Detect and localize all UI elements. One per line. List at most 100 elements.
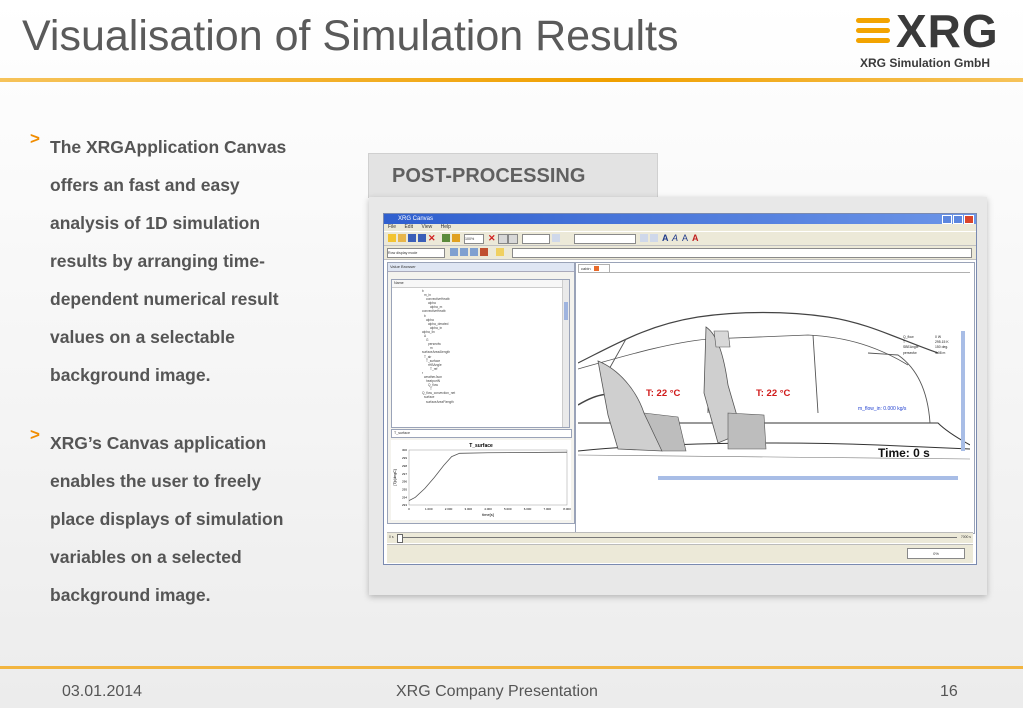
bullet-line: background image. [50,365,211,385]
save-icon[interactable] [408,234,416,242]
variable-table[interactable]: Q_flow 0 W T 295.15 K SBEAngle 150 deg. per… [903,335,949,356]
temp-display-rear[interactable]: T: 22 °C [756,388,790,399]
cut-icon[interactable]: ✕ [488,234,496,243]
logo-wordmark: XRG [896,5,999,57]
bullet-line: background image. [50,585,211,605]
y-tick-label: 298 [402,464,407,468]
bullet-arrow-icon: > [30,129,40,148]
layout-icon[interactable] [460,248,468,256]
bullet-list: > The XRGApplication Canvas offers an fa… [30,128,350,644]
x-tick-label: 5.000 [504,507,512,511]
paint-icon[interactable] [452,234,460,242]
font-a-icon[interactable]: A [662,234,670,243]
bullet-line: analysis of 1D simulation [50,213,261,233]
x-tick-label: 7.000 [543,507,551,511]
menu-edit[interactable]: Edit [404,224,413,230]
slider-end-label: 7000 s [960,535,971,539]
y-axis-label: [T]c[degC] [393,469,397,485]
folder-icon[interactable] [496,248,504,256]
x-tick-label: 6.000 [524,507,532,511]
x-tick-label: 0 [408,507,410,511]
bullet-arrow-icon: > [30,425,40,444]
style-select[interactable] [574,234,636,244]
minimize-icon[interactable] [942,215,952,224]
bullet-line: dependent numerical result [50,289,279,309]
variable-tree[interactable]: Name b m_in convectiveHeatb alpha alpha_m con… [391,279,570,428]
bullet-line: place displays of simulation [50,509,284,529]
canvas-pane: cabin T: 22 °C T: 22 °C m_flow_in: 0.000… [575,262,975,534]
x-tick-label: 1.000 [425,507,433,511]
close-icon[interactable] [964,215,974,224]
menu-bar: File Edit View Help [384,224,976,231]
align-icon[interactable] [552,234,560,242]
bullet-line: enables the user to freely [50,471,262,491]
file-path-field[interactable] [512,248,972,258]
tree-column-header: Name [392,280,569,288]
maximize-icon[interactable] [953,215,963,224]
x-axis-label: time[s] [482,512,494,517]
tree-scrollbar[interactable] [562,280,569,427]
zoom-select[interactable]: 100% [464,234,484,244]
value-browser-header: Value Browser [388,263,574,272]
tree-item[interactable]: surfaceAreaFlength [422,400,569,404]
bullet-line: offers an fast and easy [50,175,240,195]
x-tick-label: 8.000 [563,507,571,511]
footer-date: 03.01.2014 [62,683,143,700]
time-slider-thumb[interactable] [397,534,403,543]
post-processing-tab: POST-PROCESSING [368,153,658,198]
window-titlebar: XRG Canvas [384,214,976,224]
image-icon[interactable] [442,234,450,242]
footer-rule [0,666,1023,669]
variable-search-field[interactable]: T_surface [391,429,572,438]
temp-display-front[interactable]: T: 22 °C [646,388,680,399]
copy-icon[interactable] [498,234,508,244]
menu-view[interactable]: View [421,224,432,230]
x-tick-label: 3.000 [464,507,472,511]
record-icon[interactable] [480,248,488,256]
font-outline-icon[interactable]: A [682,234,690,243]
logo-subtitle: XRG Simulation GmbH [860,56,991,70]
footer-title: XRG Company Presentation [396,683,598,700]
address-bar: Row display mode [384,246,976,260]
header-rule [0,78,1023,82]
t-surface-plot: T_surface 300 299 298 297 296 295 294 293 0 1.000 2… [391,440,571,520]
grid-icon[interactable] [450,248,458,256]
status-bar: 0% [387,544,973,563]
font-color-icon[interactable]: A [692,234,700,243]
xrg-canvas-window: XRG Canvas File Edit View Help ✕ 100% ✕ [383,213,977,565]
display-mode-select[interactable]: Row display mode [387,248,445,258]
bullet-line: results by arranging time- [50,251,265,271]
x-tick-label: 4.000 [484,507,492,511]
time-slider-track[interactable] [397,537,957,538]
logo-mark-icon [852,12,894,48]
bullet-line: XRG’s Canvas application [50,433,267,453]
font-italic-icon[interactable]: A [672,234,680,243]
toolbar: ✕ 100% ✕ A A A A [384,231,976,246]
size-icon[interactable] [650,234,658,242]
canvas-area[interactable]: T: 22 °C T: 22 °C m_flow_in: 0.000 kg/s … [577,272,971,531]
menu-help[interactable]: Help [441,224,451,230]
color-icon[interactable] [640,234,648,242]
open-icon[interactable] [398,234,406,242]
save-all-icon[interactable] [418,234,426,242]
new-icon[interactable] [388,234,396,242]
y-tick-label: 299 [402,456,407,460]
y-tick-label: 295 [402,487,407,491]
post-processing-label: POST-PROCESSING [392,165,586,187]
bullet-item: > XRG’s Canvas application enables the u… [30,424,350,614]
close-tab-icon[interactable] [593,266,599,272]
menu-file[interactable]: File [388,224,396,230]
scroll-thumb[interactable] [564,302,568,320]
variable-row: persecfw 4.08 m [903,350,946,355]
delete-icon[interactable]: ✕ [428,234,436,243]
y-tick-label: 297 [402,472,407,476]
y-tick-label: 293 [402,503,407,507]
bullet-line: values on a selectable [50,327,235,347]
time-display[interactable]: Time: 0 s [878,446,930,460]
plot-title: T_surface [469,443,493,449]
chart-icon[interactable] [470,248,478,256]
font-select[interactable] [522,234,550,244]
slider-start-label: 0 s [389,535,394,539]
flow-display[interactable]: m_flow_in: 0.000 kg/s [858,406,906,412]
paste-icon[interactable] [508,234,518,244]
